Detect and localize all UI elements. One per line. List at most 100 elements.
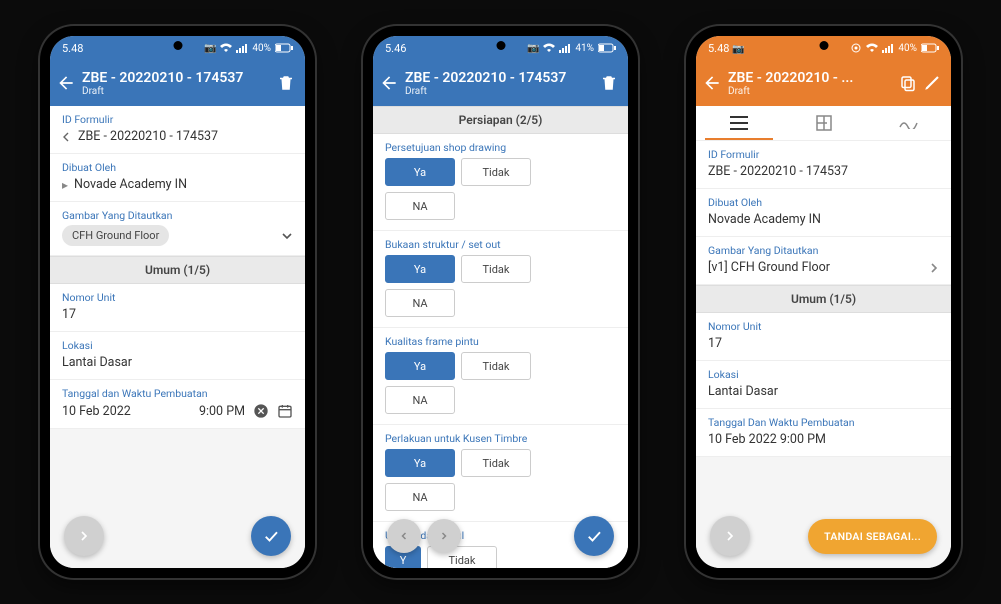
- wifi-icon: [220, 43, 232, 53]
- q2-ya[interactable]: Ya: [385, 255, 455, 283]
- lokasi-label: Lokasi: [62, 339, 293, 352]
- gambar-label: Gambar Yang Ditautkan: [708, 244, 939, 257]
- chevron-down-icon[interactable]: [281, 230, 293, 242]
- id-formulir-value: ZBE - 20220210 - 174537: [708, 164, 939, 179]
- page-title: ZBE - 20220210 - 174537: [405, 70, 594, 86]
- battery-pct: 40%: [898, 43, 917, 54]
- section-umum: Umum (1/5): [50, 256, 305, 284]
- prev-section-fab[interactable]: [387, 519, 421, 553]
- q2-na[interactable]: NA: [385, 289, 455, 317]
- confirm-fab[interactable]: [251, 516, 291, 556]
- back-icon[interactable]: [702, 73, 722, 93]
- tanggal-value: 10 Feb 2022 9:00 PM: [708, 432, 939, 447]
- page-title: ZBE - 20220210 - ...: [728, 70, 893, 86]
- nomor-unit-label: Nomor Unit: [708, 320, 939, 333]
- status-right: 40%: [850, 43, 939, 54]
- tanggal-label: Tanggal Dan Waktu Pembuatan: [708, 416, 939, 429]
- wifi-icon: [543, 43, 555, 53]
- q4-na[interactable]: NA: [385, 483, 455, 511]
- id-formulir-label: ID Formulir: [708, 148, 939, 161]
- prev-fab[interactable]: [64, 516, 104, 556]
- q2-label: Bukaan struktur / set out: [373, 231, 628, 255]
- clear-icon[interactable]: [253, 403, 269, 419]
- wifi-icon: [866, 43, 878, 53]
- q3-na[interactable]: NA: [385, 386, 455, 414]
- q4-ya[interactable]: Ya: [385, 449, 455, 477]
- delete-icon[interactable]: [277, 74, 295, 92]
- section-umum: Umum (1/5): [696, 285, 951, 313]
- camera-status-icon: 📷: [204, 43, 216, 54]
- dibuat-label: Dibuat Oleh: [708, 196, 939, 209]
- q1-ya[interactable]: Ya: [385, 158, 455, 186]
- status-right: 📷 40%: [204, 43, 293, 54]
- gambar-label: Gambar Yang Ditautkan: [62, 209, 293, 222]
- app-bar: ZBE - 20220210 - 174537 Draft: [373, 60, 628, 106]
- back-icon[interactable]: [56, 73, 76, 93]
- status-right: 📷 41%: [527, 43, 616, 54]
- signal-icon: [882, 43, 894, 53]
- tab-list[interactable]: [696, 106, 781, 140]
- battery-pct: 41%: [575, 43, 594, 54]
- delete-icon[interactable]: [600, 74, 618, 92]
- page-subtitle: Draft: [405, 86, 594, 97]
- lokasi-label: Lokasi: [708, 368, 939, 381]
- status-time: 5.48 📷: [708, 42, 745, 55]
- nomor-unit-label: Nomor Unit: [62, 291, 293, 304]
- tab-floorplan[interactable]: [781, 106, 866, 140]
- content-area: ID Formulir ZBE - 20220210 - 174537 Dibu…: [50, 106, 305, 568]
- signal-icon: [236, 43, 248, 53]
- gambar-value[interactable]: [v1] CFH Ground Floor: [708, 260, 830, 275]
- q1-label: Persetujuan shop drawing: [373, 134, 628, 158]
- prev-fab[interactable]: [710, 516, 750, 556]
- app-bar: ZBE - 20220210 - 174537 Draft: [50, 60, 305, 106]
- gambar-chip[interactable]: CFH Ground Floor: [62, 225, 169, 246]
- mark-as-button[interactable]: TANDAI SEBAGAI...: [808, 519, 937, 554]
- edit-icon[interactable]: [923, 74, 941, 92]
- status-time: 5.46: [385, 42, 406, 55]
- confirm-fab[interactable]: [574, 516, 614, 556]
- q3-label: Kualitas frame pintu: [373, 328, 628, 352]
- tab-signature[interactable]: [866, 106, 951, 140]
- page-subtitle: Draft: [728, 86, 893, 97]
- next-section-fab[interactable]: [427, 519, 461, 553]
- content-area: Persiapan (2/5) Persetujuan shop drawing…: [373, 106, 628, 568]
- signal-icon: [559, 43, 571, 53]
- status-time: 5.48: [62, 42, 83, 55]
- q4-label: Perlakuan untuk Kusen Timbre: [373, 425, 628, 449]
- back-icon[interactable]: [379, 73, 399, 93]
- tabs: [696, 106, 951, 141]
- q3-ya[interactable]: Ya: [385, 352, 455, 380]
- q2-tidak[interactable]: Tidak: [461, 255, 531, 283]
- page-title: ZBE - 20220210 - 174537: [82, 70, 271, 86]
- q1-tidak[interactable]: Tidak: [461, 158, 531, 186]
- tanggal-time[interactable]: 9:00 PM: [199, 404, 245, 419]
- content-area: ID Formulir ZBE - 20220210 - 174537 Dibu…: [696, 141, 951, 568]
- section-persiapan: Persiapan (2/5): [373, 106, 628, 134]
- id-formulir-value: ZBE - 20220210 - 174537: [78, 129, 218, 144]
- calendar-icon[interactable]: [277, 403, 293, 419]
- tanggal-date[interactable]: 10 Feb 2022: [62, 404, 131, 419]
- lokasi-value: Lantai Dasar: [708, 384, 939, 399]
- nomor-unit-value: 17: [708, 336, 939, 351]
- copy-icon[interactable]: [899, 74, 917, 92]
- id-formulir-label: ID Formulir: [62, 113, 293, 126]
- dibuat-label: Dibuat Oleh: [62, 161, 293, 174]
- camera-status-icon: 📷: [527, 43, 539, 54]
- battery-icon: [921, 43, 939, 53]
- dibuat-value: Novade Academy IN: [74, 177, 187, 192]
- camera-status-icon: 📷: [732, 44, 744, 55]
- tanggal-label: Tanggal dan Waktu Pembuatan: [62, 387, 293, 400]
- lokasi-value[interactable]: Lantai Dasar: [62, 355, 293, 370]
- battery-icon: [598, 43, 616, 53]
- page-subtitle: Draft: [82, 86, 271, 97]
- nomor-unit-value[interactable]: 17: [62, 307, 293, 322]
- settings-status-icon: [850, 43, 862, 53]
- dibuat-value: Novade Academy IN: [708, 212, 939, 227]
- q3-tidak[interactable]: Tidak: [461, 352, 531, 380]
- chevron-right-icon[interactable]: [929, 263, 939, 273]
- battery-icon: [275, 43, 293, 53]
- q1-na[interactable]: NA: [385, 192, 455, 220]
- q4-tidak[interactable]: Tidak: [461, 449, 531, 477]
- app-bar: ZBE - 20220210 - ... Draft: [696, 60, 951, 106]
- battery-pct: 40%: [252, 43, 271, 54]
